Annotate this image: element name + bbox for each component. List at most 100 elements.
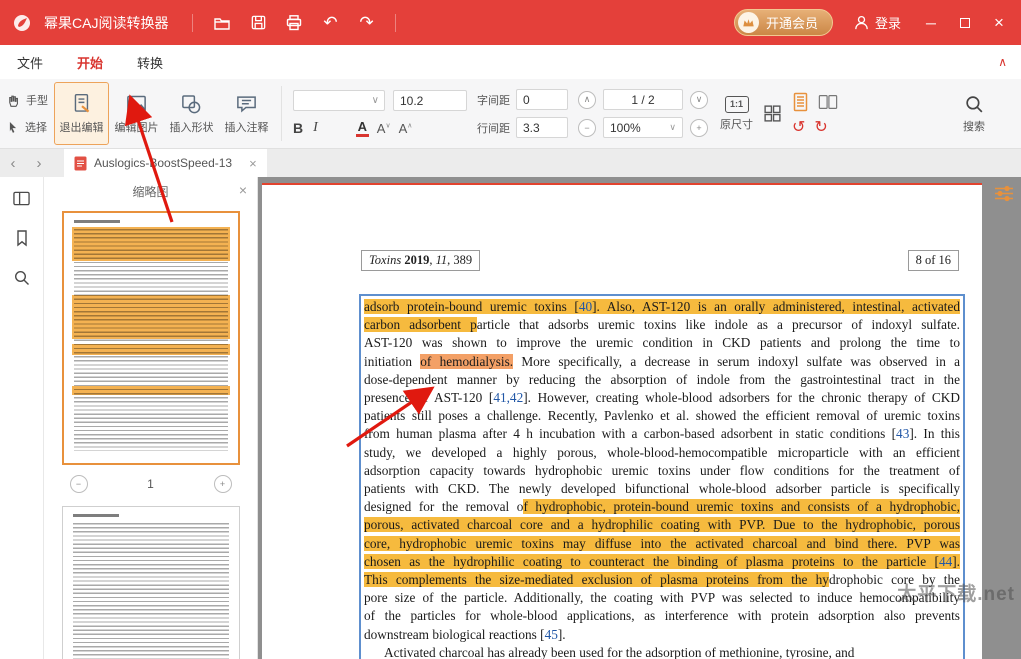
ribbon-toolbar: 手型 选择 退出编辑 编辑图片 插入形状 插入注释 ∨ bbox=[0, 79, 1021, 149]
tab-scroll-left-icon[interactable]: ‹ bbox=[0, 155, 26, 172]
char-spacing-label: 字间距 bbox=[477, 92, 510, 108]
redo-icon: ↷ bbox=[359, 13, 373, 33]
crown-icon bbox=[738, 12, 759, 33]
document-text-line: presence of AST-120 [41,42]. However, cr… bbox=[364, 389, 960, 407]
collapse-ribbon-icon[interactable]: ∧ bbox=[998, 55, 1007, 69]
tab-scroll-right-icon[interactable]: › bbox=[26, 155, 52, 172]
redo-icon: ↻ bbox=[814, 119, 827, 136]
font-color-button[interactable]: A bbox=[356, 119, 369, 137]
document-text-line: dose-dependent manner by reducing the ab… bbox=[364, 371, 960, 389]
menu-tab-file[interactable]: 文件 bbox=[0, 45, 60, 79]
thumb-page-prev-button[interactable]: − bbox=[70, 475, 88, 493]
menu-bar: 文件 开始 转换 ∧ bbox=[0, 45, 1021, 79]
hand-icon bbox=[6, 93, 21, 108]
edit-image-button[interactable]: 编辑图片 bbox=[109, 82, 164, 145]
search-button[interactable]: 搜索 bbox=[963, 82, 985, 145]
decrease-font-button[interactable]: A∨ bbox=[377, 121, 391, 136]
document-text-line: chosen as the hydrophilic coating to cou… bbox=[364, 553, 960, 571]
page-thumbnail-2[interactable] bbox=[62, 506, 240, 659]
zoom-in-button[interactable]: + bbox=[690, 119, 708, 137]
bookmark-icon bbox=[14, 229, 30, 247]
menu-tab-convert[interactable]: 转换 bbox=[120, 45, 180, 79]
ribbon-undo-button[interactable]: ↺ bbox=[792, 120, 805, 136]
insert-shape-label: 插入形状 bbox=[170, 119, 214, 135]
italic-button[interactable]: I bbox=[313, 120, 318, 136]
divider bbox=[281, 86, 282, 141]
thumb-page-next-button[interactable]: + bbox=[214, 475, 232, 493]
zoom-select[interactable]: 100%∨ bbox=[603, 117, 683, 138]
two-page-view-icon[interactable] bbox=[818, 93, 838, 111]
minimize-button[interactable]: ─ bbox=[917, 9, 945, 37]
font-size-input[interactable] bbox=[393, 90, 467, 111]
login-button[interactable]: 登录 bbox=[853, 13, 901, 32]
edit-image-label: 编辑图片 bbox=[115, 119, 159, 135]
open-file-button[interactable] bbox=[207, 9, 237, 37]
cursor-icon bbox=[6, 120, 20, 134]
login-label: 登录 bbox=[875, 13, 901, 32]
document-text-block[interactable]: adsorb protein-bound uremic toxins [40].… bbox=[359, 294, 965, 659]
user-icon bbox=[853, 14, 870, 31]
font-family-select[interactable]: ∨ bbox=[293, 90, 385, 111]
maximize-button[interactable] bbox=[951, 9, 979, 37]
save-button[interactable] bbox=[243, 9, 273, 37]
select-tool-label: 选择 bbox=[25, 119, 47, 135]
page-up-button[interactable]: ∧ bbox=[578, 91, 596, 109]
thumbnail-page-number: 1 bbox=[147, 477, 154, 491]
insert-note-button[interactable]: 插入注释 bbox=[219, 82, 274, 145]
redo-button[interactable]: ↷ bbox=[351, 9, 381, 37]
document-icon bbox=[74, 156, 87, 171]
select-tool-button[interactable]: 选择 bbox=[6, 119, 48, 135]
undo-button[interactable]: ↶ bbox=[315, 9, 345, 37]
hand-tool-button[interactable]: 手型 bbox=[6, 92, 48, 108]
highlight-region bbox=[72, 344, 230, 355]
view-settings-button[interactable] bbox=[994, 185, 1014, 205]
font-color-label: A bbox=[358, 119, 367, 134]
zoom-out-button[interactable]: − bbox=[578, 119, 596, 137]
fit-page-icon[interactable] bbox=[763, 104, 782, 123]
original-size-button[interactable]: 1:1 原尺寸 bbox=[720, 96, 753, 132]
page-thumbnail-1[interactable] bbox=[62, 211, 240, 465]
print-icon bbox=[285, 14, 303, 32]
document-tab[interactable]: Auslogics-BoostSpeed-13 × bbox=[64, 149, 267, 177]
close-button[interactable]: × bbox=[985, 9, 1013, 37]
site-watermark: 太平下载.net bbox=[897, 579, 1015, 606]
print-button[interactable] bbox=[279, 9, 309, 37]
tab-close-icon[interactable]: × bbox=[249, 156, 257, 171]
chevron-down-icon: ∨ bbox=[372, 95, 379, 106]
app-window: 幂果CAJ阅读转换器 ↶ ↷ 开通会员 登录 ─ × 文件 开始 bbox=[0, 0, 1021, 659]
panel-search-button[interactable] bbox=[9, 265, 35, 291]
highlight-region bbox=[72, 386, 230, 395]
journal-reference-box[interactable]: Toxins 2019, 11, 389 bbox=[361, 250, 480, 271]
divider bbox=[192, 14, 193, 32]
document-page[interactable]: Toxins 2019, 11, 389 8 of 16 adsorb prot… bbox=[262, 183, 982, 659]
char-spacing-input[interactable] bbox=[516, 89, 568, 110]
hand-tool-label: 手型 bbox=[26, 92, 48, 108]
membership-label: 开通会员 bbox=[766, 13, 818, 32]
bold-button[interactable]: B bbox=[293, 120, 303, 136]
document-text-line: patients still poses a challenge. Recent… bbox=[364, 407, 960, 425]
insert-shape-button[interactable]: 插入形状 bbox=[164, 82, 219, 145]
thumbnail-panel-button[interactable] bbox=[9, 185, 35, 211]
ribbon-redo-button[interactable]: ↻ bbox=[814, 120, 827, 136]
minimize-icon: ─ bbox=[926, 15, 936, 31]
increase-font-button[interactable]: A∧ bbox=[399, 121, 413, 136]
page-down-button[interactable]: ∨ bbox=[690, 91, 708, 109]
exit-edit-button[interactable]: 退出编辑 bbox=[54, 82, 109, 145]
single-page-view-icon[interactable] bbox=[792, 92, 809, 112]
folder-icon bbox=[213, 14, 231, 32]
search-icon bbox=[13, 269, 31, 287]
page-number-box[interactable]: 8 of 16 bbox=[908, 250, 959, 271]
bookmarks-button[interactable] bbox=[9, 225, 35, 251]
document-text-line: carbon adsorbent particle that adsorbs u… bbox=[364, 316, 960, 334]
document-text-line: of the particles for whole-blood applica… bbox=[364, 607, 960, 625]
panel-close-icon[interactable]: × bbox=[239, 182, 247, 198]
document-text-line: core, hydrophobic uremic toxins may diff… bbox=[364, 535, 960, 553]
menu-tab-start[interactable]: 开始 bbox=[60, 45, 120, 79]
document-tab-label: Auslogics-BoostSpeed-13 bbox=[94, 156, 232, 170]
document-text-line: patients with CKD. The newly developed b… bbox=[364, 480, 960, 498]
line-spacing-input[interactable] bbox=[516, 117, 568, 138]
page-indicator[interactable]: 1 / 2 bbox=[603, 89, 683, 110]
membership-button[interactable]: 开通会员 bbox=[734, 9, 833, 36]
document-text-line: adsorption capacity towards hydrophobic … bbox=[364, 462, 960, 480]
document-text-line: Activated charcoal has already been used… bbox=[364, 644, 960, 659]
